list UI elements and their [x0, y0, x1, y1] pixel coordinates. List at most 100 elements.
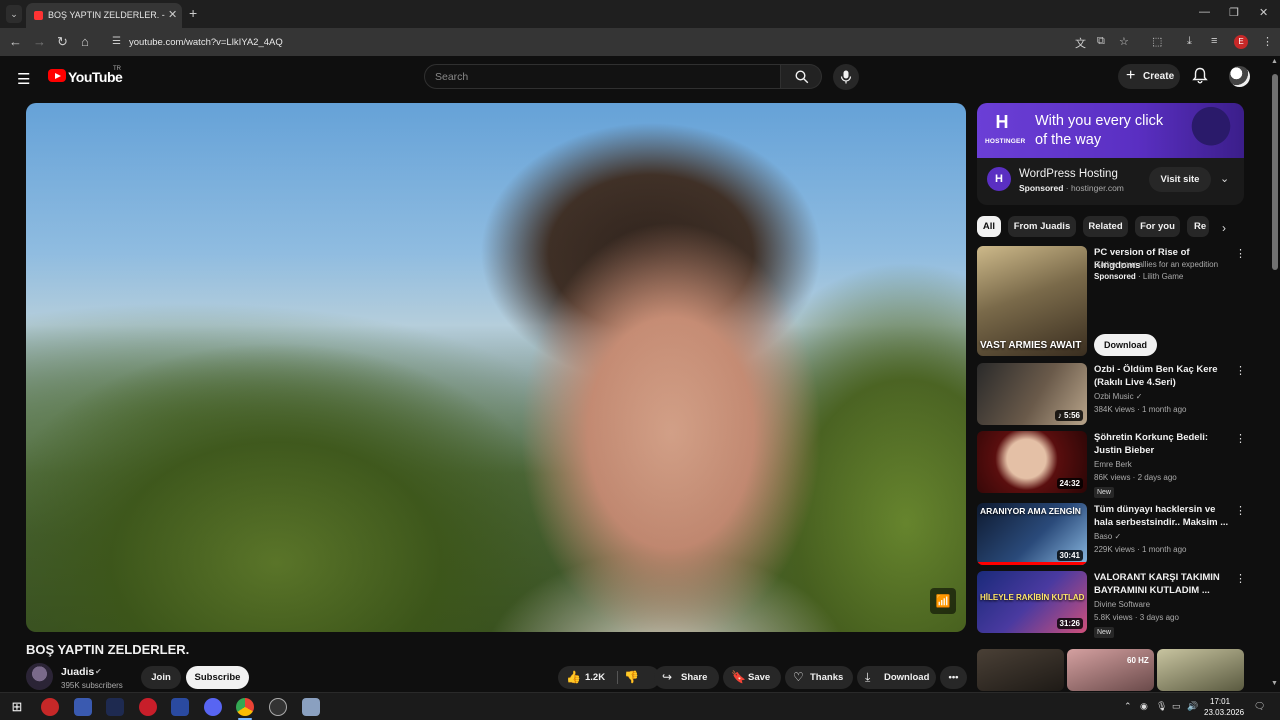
more-options-icon[interactable]: ⋮	[1235, 247, 1246, 260]
chrome-icon[interactable]	[236, 698, 254, 716]
url-text[interactable]: youtube.com/watch?v=LlkIYA2_4AQ	[129, 37, 283, 48]
voice-search-button[interactable]	[833, 64, 859, 90]
close-window-button[interactable]: ✕	[1259, 6, 1268, 19]
shorts-thumbnail[interactable]	[1157, 649, 1244, 691]
tab-close-icon[interactable]: ✕	[168, 8, 177, 21]
rec-views: 229K views · 1 month ago	[1094, 545, 1187, 554]
rec-thumbnail[interactable]: ♪ 5:56	[977, 363, 1087, 425]
tray-app-icon[interactable]: ◉	[1140, 701, 1148, 712]
visit-site-button[interactable]: Visit site	[1149, 167, 1211, 192]
discord-icon[interactable]	[204, 698, 222, 716]
extensions-icon[interactable]: ⬚	[1152, 35, 1162, 48]
more-actions-button[interactable]: •••	[940, 666, 967, 689]
sponsored-ad-card[interactable]: H HOSTINGER With you every click of the …	[977, 103, 1244, 205]
notifications-bell-icon[interactable]	[1192, 67, 1208, 84]
thanks-button[interactable]: ♡ Thanks	[785, 666, 853, 689]
taskbar-clock-time[interactable]: 17:01	[1210, 697, 1230, 706]
reload-icon[interactable]: ↻	[57, 34, 68, 50]
home-icon[interactable]: ⌂	[81, 34, 89, 49]
app-icon-red[interactable]	[41, 698, 59, 716]
like-count[interactable]: 1.2K	[585, 666, 605, 689]
tray-mic-icon[interactable]: 🎙	[1156, 701, 1167, 712]
search-input[interactable]	[435, 71, 765, 83]
scroll-up-icon[interactable]: ▲	[1271, 58, 1278, 65]
video-player[interactable]: 📶	[26, 103, 966, 632]
more-options-icon[interactable]: ⋮	[1235, 504, 1246, 517]
notification-center-icon[interactable]: 🗨	[1254, 701, 1265, 712]
reading-list-icon[interactable]: ≡	[1211, 35, 1217, 47]
browser-tab[interactable]: BOŞ YAPTIN ZELDERLER. - Y ✕	[26, 3, 182, 28]
hamburger-menu-icon[interactable]: ☰	[17, 70, 30, 88]
tray-network-icon[interactable]: ▭	[1172, 701, 1181, 712]
rec-channel[interactable]: Ozbi Music ✓	[1094, 392, 1143, 401]
scroll-down-icon[interactable]: ▼	[1271, 680, 1278, 687]
channel-avatar[interactable]	[26, 663, 53, 690]
subscribe-button[interactable]: Subscribe	[186, 666, 249, 689]
more-options-icon[interactable]: ⋮	[1235, 432, 1246, 445]
more-options-icon[interactable]: ⋮	[1235, 572, 1246, 585]
scrollbar-thumb[interactable]	[1272, 74, 1278, 270]
share-button[interactable]: ↪ Share	[654, 666, 719, 689]
tray-volume-icon[interactable]: 🔊	[1187, 701, 1198, 712]
chip-all[interactable]: All	[977, 216, 1001, 237]
youtube-logo-icon[interactable]	[48, 69, 66, 82]
rec-title[interactable]: Tüm dünyayı hacklersin ve hala serbestsi…	[1094, 503, 1232, 529]
app-icon-terminal[interactable]	[171, 698, 189, 716]
rec-title[interactable]: VALORANT KARŞI TAKIMIN BAYRAMINI KUTLADI…	[1094, 571, 1232, 597]
dislike-icon[interactable]: 👎	[624, 666, 639, 689]
browser-profile-avatar[interactable]: E	[1234, 35, 1248, 49]
back-icon[interactable]: ←	[9, 34, 22, 49]
downloads-icon[interactable]: ⤓	[1187, 35, 1192, 48]
taskbar-clock-date[interactable]: 23.03.2026	[1204, 708, 1244, 717]
ad-banner[interactable]: H HOSTINGER With you every click of the …	[977, 103, 1244, 158]
verified-badge-icon: ✔	[95, 667, 102, 676]
chip-related[interactable]: Related	[1083, 216, 1128, 237]
rec-thumbnail[interactable]: ARANIYOR AMA ZENGİN 30:41	[977, 503, 1087, 565]
install-app-icon[interactable]: ⧉	[1097, 35, 1105, 48]
tab-search-button[interactable]: ⌄	[6, 5, 22, 23]
tray-expand-icon[interactable]: ⌃	[1124, 701, 1132, 712]
restore-button[interactable]: ❐	[1229, 6, 1239, 19]
chip-recently-uploaded[interactable]: Re	[1187, 216, 1209, 237]
rec-thumbnail[interactable]: 24:32	[977, 431, 1087, 493]
create-button[interactable]: + Create	[1118, 64, 1180, 89]
rec-title[interactable]: Ozbi - Öldüm Ben Kaç Kere (Rakılı Live 4…	[1094, 363, 1232, 389]
translate-icon[interactable]: 文	[1075, 35, 1086, 51]
account-avatar[interactable]	[1229, 66, 1250, 87]
save-button[interactable]: 🔖 Save	[723, 666, 781, 689]
search-box[interactable]	[424, 64, 781, 89]
site-info-icon[interactable]: ☰	[112, 36, 121, 47]
rec-title[interactable]: Şöhretin Korkunç Bedeli: Justin Bieber	[1094, 431, 1232, 457]
ad-download-button[interactable]: Download	[1094, 334, 1157, 356]
chip-for-you[interactable]: For you	[1135, 216, 1180, 237]
like-icon[interactable]: 👍	[566, 666, 581, 689]
download-button[interactable]: ⤓ Download	[857, 666, 936, 689]
opera-icon[interactable]	[139, 698, 157, 716]
rec-channel[interactable]: Emre Berk	[1094, 460, 1132, 469]
search-button[interactable]	[781, 64, 822, 89]
rec-thumbnail[interactable]: HİLEYLE RAKİBİN KUTLAD 31:26	[977, 571, 1087, 633]
minimize-button[interactable]: —	[1199, 6, 1210, 18]
more-options-icon[interactable]: ⋮	[1235, 364, 1246, 377]
bookmark-star-icon[interactable]: ☆	[1119, 35, 1129, 48]
rec-channel[interactable]: Baso ✓	[1094, 532, 1121, 541]
chip-from-channel[interactable]: From Juadis	[1008, 216, 1076, 237]
chevron-right-icon[interactable]: ›	[1222, 221, 1226, 235]
browser-menu-icon[interactable]: ⋮	[1262, 35, 1273, 48]
app-icon-photos[interactable]	[302, 698, 320, 716]
join-button[interactable]: Join	[141, 666, 181, 689]
plus-icon: +	[1126, 67, 1136, 84]
app-icon-files[interactable]	[74, 698, 92, 716]
channel-name[interactable]: Juadis	[61, 666, 94, 678]
app-icon-editor[interactable]	[106, 698, 124, 716]
chevron-down-icon[interactable]: ⌄	[1220, 172, 1229, 185]
live-signal-icon[interactable]: 📶	[930, 588, 956, 614]
shorts-thumbnail[interactable]	[977, 649, 1064, 691]
windows-start-icon[interactable]: ⊞	[8, 698, 26, 716]
new-tab-button[interactable]: +	[189, 5, 197, 21]
page-scrollbar[interactable]: ▲ ▼	[1270, 56, 1280, 692]
rec-channel[interactable]: Divine Software	[1094, 600, 1150, 609]
rec-thumbnail[interactable]: VAST ARMIES AWAIT	[977, 246, 1087, 356]
app-icon-recorder[interactable]	[269, 698, 287, 716]
forward-icon[interactable]: →	[33, 34, 46, 49]
